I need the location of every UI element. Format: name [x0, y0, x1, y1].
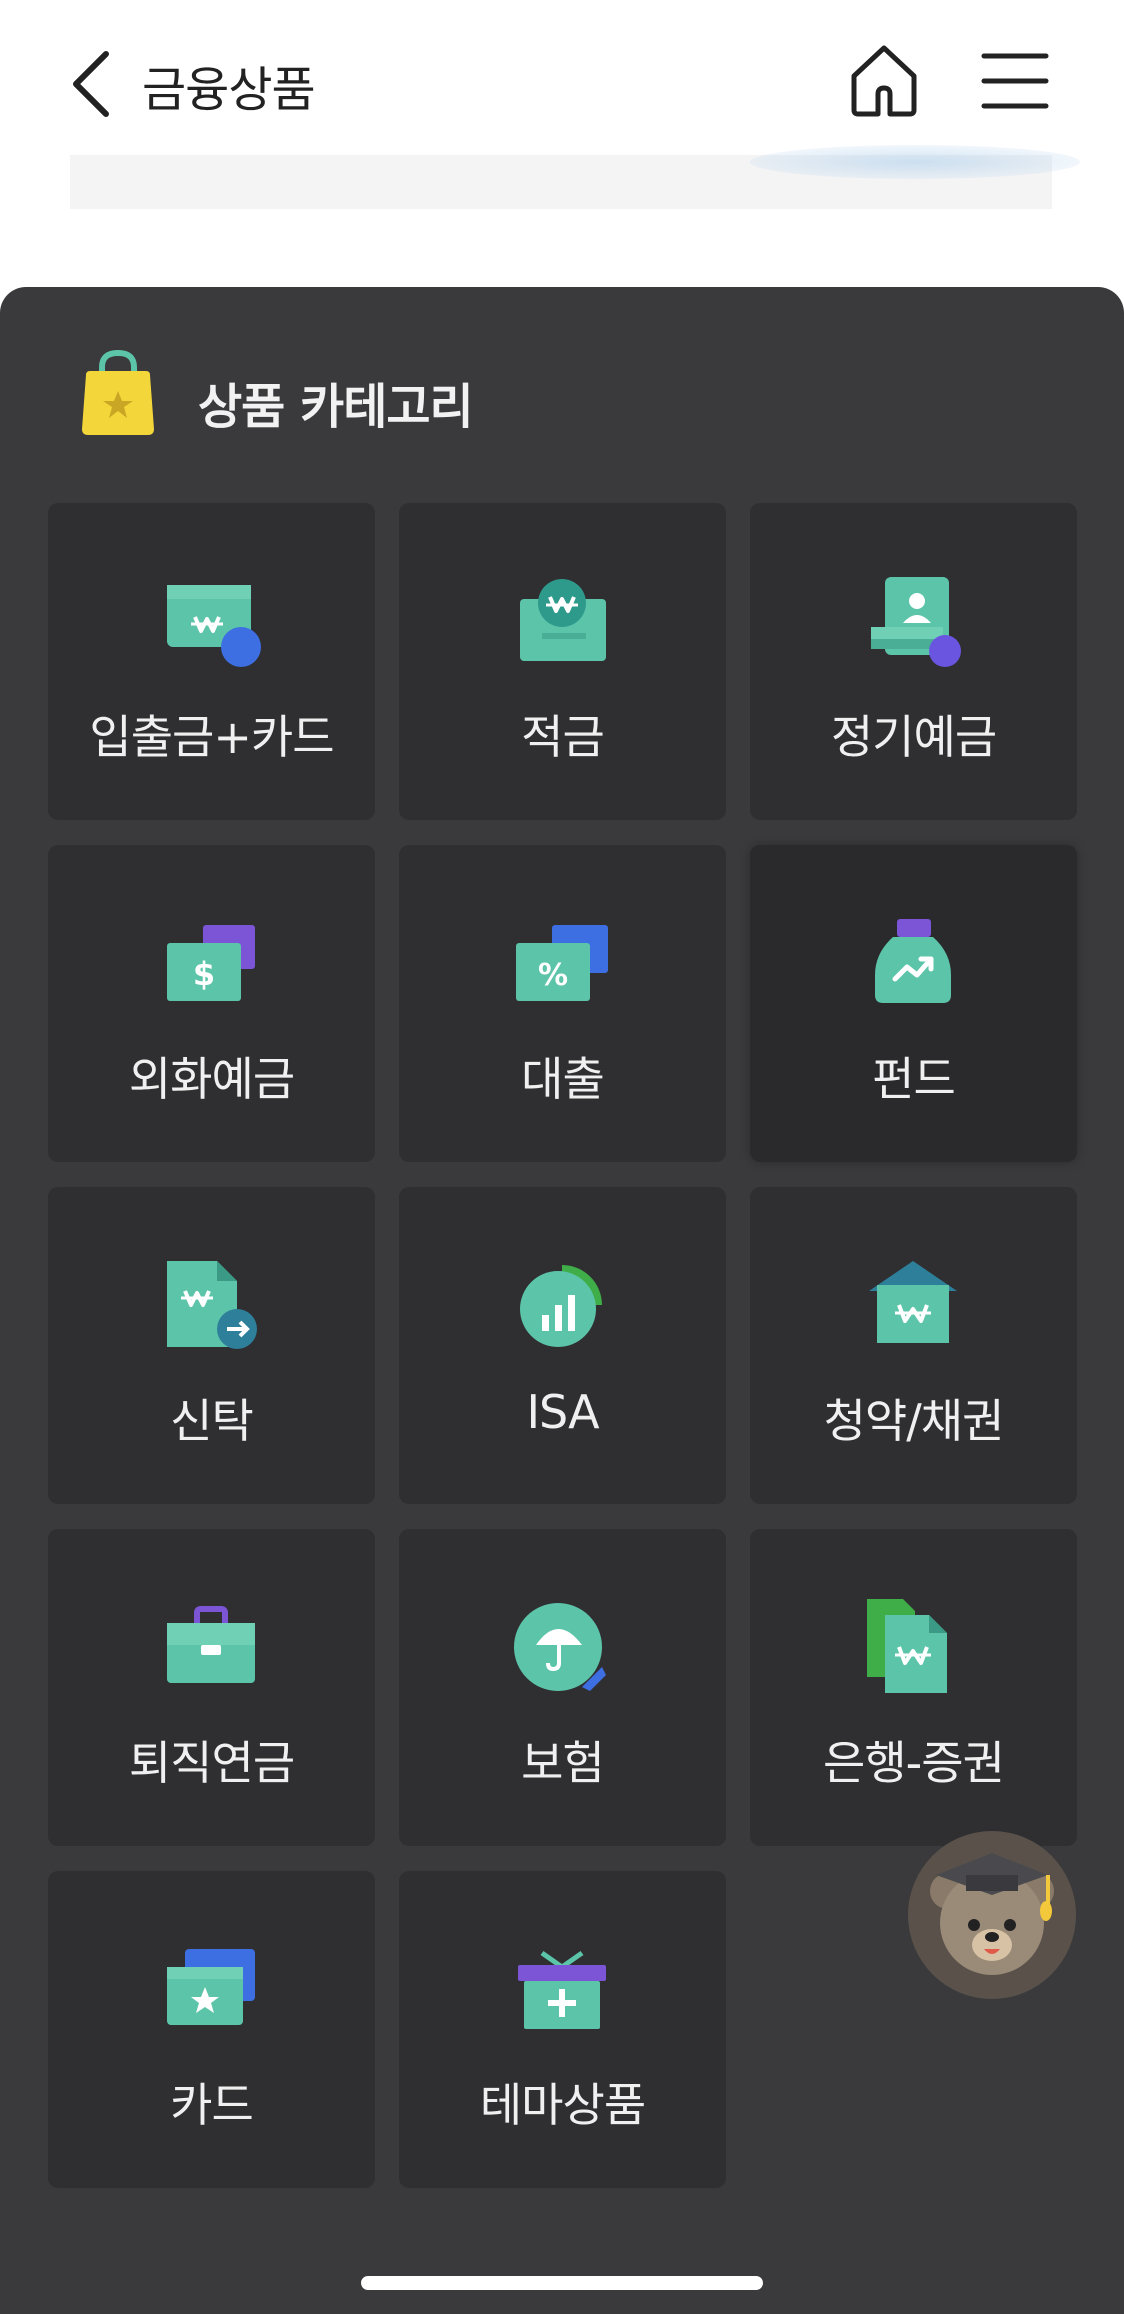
tile-loan[interactable]: % 대출: [399, 845, 726, 1162]
tile-subscription-bond[interactable]: 청약/채권: [750, 1187, 1077, 1504]
tile-label: 적금: [521, 710, 605, 764]
banner-strip: [70, 145, 1080, 209]
tile-isa[interactable]: ISA: [399, 1187, 726, 1504]
trust-document-arrow-icon: [167, 1261, 257, 1349]
savings-box-won-icon: [520, 579, 606, 661]
tile-trust[interactable]: 신탁: [48, 1187, 375, 1504]
svg-text:%: %: [538, 958, 568, 993]
category-title: 상품 카테고리: [198, 379, 474, 435]
tile-label: 은행-증권: [823, 1736, 1005, 1790]
home-indicator: [361, 2276, 763, 2290]
tile-label: 청약/채권: [823, 1394, 1005, 1448]
tile-bank-securities[interactable]: 은행-증권: [750, 1529, 1077, 1846]
isa-bar-chart-icon: [520, 1265, 602, 1347]
tile-installment-savings[interactable]: 적금: [399, 503, 726, 820]
theme-gift-box-icon: [518, 1950, 606, 2029]
hamburger-menu-icon[interactable]: [980, 48, 1050, 114]
tile-label: 펀드: [872, 1052, 956, 1106]
shopping-bag-star-icon: [82, 349, 154, 435]
tile-label: 테마상품: [479, 2078, 646, 2132]
tile-label: 퇴직연금: [128, 1736, 295, 1790]
loan-percent-icon: %: [516, 925, 608, 1001]
tile-label: ISA: [526, 1385, 599, 1439]
insurance-umbrella-icon: [514, 1603, 606, 1691]
tile-theme-products[interactable]: 테마상품: [399, 1871, 726, 2188]
tile-label: 정기예금: [830, 710, 997, 764]
tile-label: 외화예금: [128, 1052, 295, 1106]
tile-label: 대출: [521, 1052, 605, 1106]
tile-time-deposit[interactable]: 정기예금: [750, 503, 1077, 820]
tile-label: 보험: [521, 1736, 605, 1790]
page-title: 금융상품: [142, 62, 316, 118]
svg-text:$: $: [193, 955, 215, 993]
deposit-person-icon: [871, 577, 961, 667]
fund-jar-chart-icon: [875, 919, 951, 1003]
tile-deposit-card[interactable]: 입출금+카드: [48, 503, 375, 820]
foreign-currency-dollar-icon: $: [167, 925, 255, 1001]
tile-label: 카드: [170, 2078, 254, 2132]
tile-label: 신탁: [170, 1394, 254, 1448]
home-icon[interactable]: [846, 40, 922, 120]
tile-foreign-deposit[interactable]: $ 외화예금: [48, 845, 375, 1162]
tile-retirement-pension[interactable]: 퇴직연금: [48, 1529, 375, 1846]
category-panel: 상품 카테고리 입출금+카드 적금 정기예금 $ 외화예금 % 대출 펀드 신탁…: [0, 287, 1124, 2314]
pension-briefcase-icon: [167, 1606, 255, 1683]
top-app-bar: 금융상품: [0, 0, 1124, 155]
subscription-house-won-icon: [869, 1261, 957, 1343]
chevron-left-icon[interactable]: [62, 44, 122, 124]
bear-mascot-graduate-icon[interactable]: [908, 1831, 1076, 1999]
tile-fund[interactable]: 펀드: [750, 845, 1077, 1162]
tile-card[interactable]: 카드: [48, 1871, 375, 2188]
tile-insurance[interactable]: 보험: [399, 1529, 726, 1846]
tile-label: 입출금+카드: [89, 710, 334, 764]
wallet-won-card-icon: [167, 585, 261, 667]
bank-securities-docs-icon: [867, 1599, 947, 1693]
card-star-icon: [167, 1949, 255, 2025]
